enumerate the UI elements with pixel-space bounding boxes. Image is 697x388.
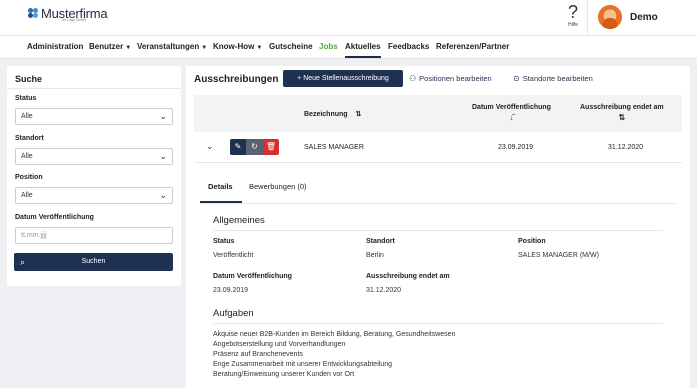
standort-label: Standort [15,135,44,142]
location-pin-icon: ⊙ [513,74,520,83]
search-panel: Suche Status Alle ⌄ Standort Alle ⌄ Posi… [7,66,181,286]
date-label: Datum Veröffentlichung [15,214,94,221]
main-navigation: Administration Benutzer ▼ Veranstaltungen… [0,36,697,59]
search-button[interactable]: ⌕ Suchen [14,253,173,271]
chevron-down-icon[interactable]: ⌄ [206,141,214,152]
detail-status-label: Status [213,238,235,245]
detail-datum-value: 23.09.2019 [213,287,249,294]
chevron-down-icon: ⌄ [159,111,167,121]
divider [213,230,663,231]
logo-mark-icon [28,8,39,19]
main-panel: Ausschreibungen + Neue Stellenausschreib… [186,66,690,388]
status-select[interactable]: Alle ⌄ [15,108,173,125]
detail-status-value: Veröffentlicht [213,252,254,259]
job-detail-panel: Details Bewerbungen (0) Allgemeines Stat… [200,172,684,388]
nav-item-referenzen-partner[interactable]: Referenzen/Partner [436,42,509,51]
edit-icon[interactable]: ✎ [230,139,246,155]
status-label: Status [15,95,37,102]
allgemeines-heading: Allgemeines [213,215,265,226]
list-item: Beratung/Einweisung unserer Kunden vor O… [213,371,355,378]
help-label: Hilfe [567,22,578,28]
person-icon: ⚇ [409,74,417,83]
chevron-down-icon: ▼ [256,45,263,51]
question-mark-icon: ? [567,2,578,22]
edit-locations-label: Standorte bearbeiten [522,74,593,83]
table-row[interactable]: ⌄ ✎ ↻ 🗑 SALES MANAGER 23.09.2019 31.12.2… [194,133,682,163]
standort-select[interactable]: Alle ⌄ [15,148,173,165]
nav-item-gutscheine[interactable]: Gutscheine [269,42,313,51]
new-job-posting-label: Neue Stellenausschreibung [303,75,389,82]
edit-positions-link[interactable]: ⚇ Positionen bearbeiten [409,74,492,83]
tab-bewerbungen[interactable]: Bewerbungen (0) [249,182,307,191]
aufgaben-heading: Aufgaben [213,308,254,319]
list-item: Angebotserstellung und Vorverhandlungen [213,341,346,348]
user-avatar[interactable] [598,5,622,29]
refresh-icon[interactable]: ↻ [246,139,263,155]
nav-item-jobs[interactable]: Jobs [319,42,338,51]
divider [7,88,181,89]
position-select[interactable]: Alle ⌄ [15,187,173,204]
date-input[interactable]: tt.mm.jjjj [15,227,173,244]
column-bezeichnung[interactable]: Bezeichnung ⇅ [304,110,361,118]
cell-datum: 23.09.2019 [498,144,534,151]
chevron-down-icon: ▼ [125,45,132,51]
top-header: Musterfirma Ihr Logo GmbH ? Hilfe Demo [0,0,697,36]
nav-item-feedbacks[interactable]: Feedbacks [388,42,429,51]
page-title: Ausschreibungen [194,74,279,85]
nav-item-administration[interactable]: Administration [27,42,83,51]
list-item: Präsenz auf Branchenevents [213,351,303,358]
column-datum-label: Datum Veröffentlichung [472,104,551,111]
column-endet-label: Ausschreibung endet am [580,104,664,111]
detail-position-value: SALES MANAGER (M/W) [518,252,599,259]
nav-item-label: Know-How [213,42,255,51]
cell-bezeichnung: SALES MANAGER [304,144,364,151]
standort-select-value: Alle [21,153,33,160]
logo-subtext: Ihr Logo GmbH [62,18,86,22]
search-title: Suche [15,74,43,84]
sort-desc-icon: ↓̄ [509,113,514,122]
nav-item-aktuelles[interactable]: Aktuelles [345,42,381,58]
nav-item-know-how[interactable]: Know-How ▼ [213,42,262,51]
delete-icon[interactable]: 🗑 [263,139,279,155]
chevron-down-icon: ⌄ [159,151,167,161]
position-select-value: Alle [21,192,33,199]
sort-icon: ⇅ [355,111,362,118]
list-item: Enge Zusammenarbeit mit unserer Entwickl… [213,361,392,368]
position-label: Position [15,174,43,181]
edit-positions-label: Positionen bearbeiten [419,74,492,83]
table-header: Bezeichnung ⇅ Datum Veröffentlichung ↓̄ … [194,95,682,132]
nav-item-label: Veranstaltungen [137,42,200,51]
detail-standort-value: Berlin [366,252,384,259]
chevron-down-icon: ▼ [201,45,208,51]
header-divider [587,0,588,36]
help-button[interactable]: ? Hilfe [560,2,586,28]
user-name[interactable]: Demo [630,12,658,23]
tab-details[interactable]: Details [208,182,233,191]
column-datum[interactable]: Datum Veröffentlichung ↓̄ [472,104,551,122]
new-job-posting-button[interactable]: + Neue Stellenausschreibung [283,70,403,87]
nav-item-benutzer[interactable]: Benutzer ▼ [89,42,131,51]
search-button-label: Suchen [81,258,106,265]
detail-endet-value: 31.12.2020 [366,287,402,294]
status-select-value: Alle [21,113,33,120]
edit-locations-link[interactable]: ⊙ Standorte bearbeiten [513,74,593,83]
cell-endet: 31.12.2020 [608,144,644,151]
divider [213,323,663,324]
sort-icon: ⇅ [618,113,626,122]
nav-item-label: Benutzer [89,42,124,51]
detail-position-label: Position [518,238,546,245]
row-actions: ✎ ↻ 🗑 [230,139,279,155]
detail-standort-label: Standort [366,238,395,245]
detail-endet-label: Ausschreibung endet am [366,273,450,280]
column-bezeichnung-label: Bezeichnung [304,111,348,118]
chevron-down-icon: ⌄ [159,190,167,200]
column-endet[interactable]: Ausschreibung endet am ⇅ [580,104,664,122]
divider [200,203,676,204]
nav-item-veranstaltungen[interactable]: Veranstaltungen ▼ [137,42,207,51]
detail-datum-label: Datum Veröffentlichung [213,273,292,280]
search-icon: ⌕ [20,257,26,267]
list-item: Akquise neuer B2B-Kunden im Bereich Bild… [213,331,456,338]
